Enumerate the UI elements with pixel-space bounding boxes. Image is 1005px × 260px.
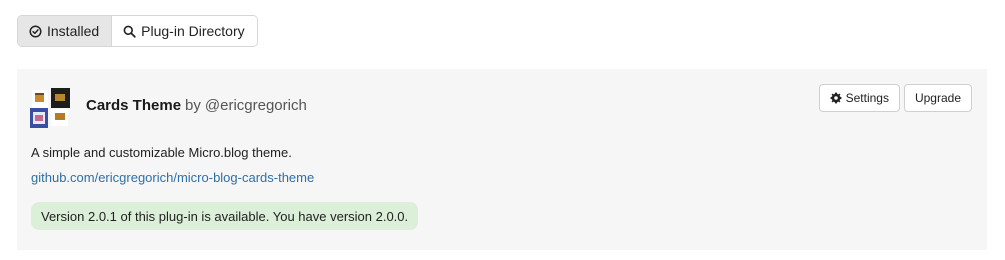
tab-plugin-directory[interactable]: Plug-in Directory bbox=[112, 16, 257, 46]
upgrade-button[interactable]: Upgrade bbox=[903, 84, 972, 112]
tab-installed-label: Installed bbox=[47, 23, 100, 39]
update-notice: Version 2.0.1 of this plug-in is availab… bbox=[31, 202, 419, 230]
plugin-title: Cards Theme by @ericgregorich bbox=[86, 97, 307, 114]
plugin-card: Cards Theme by @ericgregorich Settings U… bbox=[17, 69, 987, 250]
check-circle-icon bbox=[29, 24, 42, 38]
gear-icon bbox=[830, 92, 842, 104]
plugin-description: A simple and customizable Micro.blog the… bbox=[31, 145, 292, 160]
tab-installed[interactable]: Installed bbox=[18, 16, 113, 46]
plugin-repo-link[interactable]: github.com/ericgregorich/micro-blog-card… bbox=[31, 170, 314, 185]
tab-plugin-directory-label: Plug-in Directory bbox=[141, 23, 245, 39]
upgrade-button-label: Upgrade bbox=[914, 91, 961, 105]
plugin-tabs: Installed Plug-in Directory bbox=[17, 15, 258, 47]
settings-button[interactable]: Settings bbox=[818, 84, 900, 112]
plugin-logo bbox=[30, 88, 70, 128]
search-icon bbox=[123, 25, 136, 38]
plugin-actions: Settings Upgrade bbox=[818, 84, 972, 112]
plugin-author: @ericgregorich bbox=[204, 97, 307, 114]
plugin-name: Cards Theme bbox=[86, 97, 182, 114]
plugin-by: by bbox=[185, 97, 201, 114]
settings-button-label: Settings bbox=[845, 91, 889, 105]
update-notice-text: Version 2.0.1 of this plug-in is availab… bbox=[41, 208, 409, 224]
